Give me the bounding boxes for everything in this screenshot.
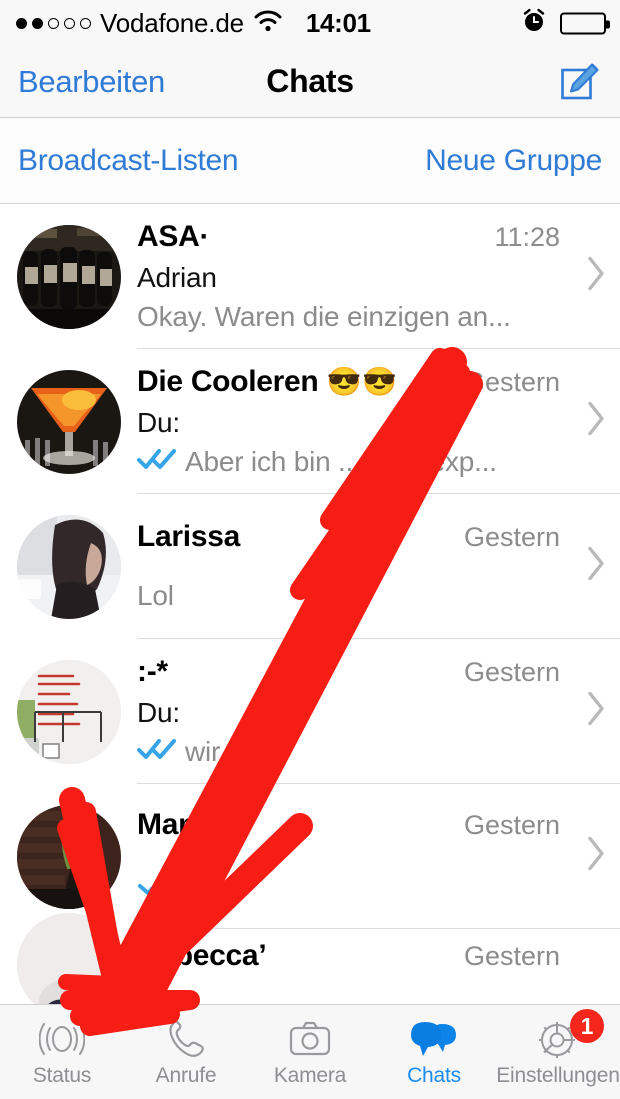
avatar [17, 370, 121, 474]
sunglasses-emoji: 😎😎 [326, 365, 398, 398]
chat-sender: Adrian [137, 262, 604, 294]
chat-preview-text: Aber ich bin ... grey exp... [185, 446, 497, 478]
wifi-icon [253, 10, 283, 37]
chat-preview: Lol [137, 580, 604, 612]
chat-name: Rebecca [137, 939, 258, 973]
chat-name-suffix: ’ [258, 939, 266, 973]
avatar-container [0, 639, 137, 784]
chat-row-body: Die Cooleren 😎😎 Gestern Du: Aber ich bin… [137, 349, 620, 494]
chat-list-item[interactable]: Mama Gestern ma [0, 784, 620, 929]
chat-timestamp: Gestern [464, 522, 604, 553]
whatsapp-chats-screen: Vodafone.de 14:01 [0, 0, 620, 1099]
battery-icon [560, 12, 606, 34]
chat-row-header: :-* Gestern [137, 655, 604, 689]
chat-row-header: Larissa Gestern [137, 520, 604, 554]
chat-list-item[interactable]: ASA · 11:28 Adrian Okay. Waren die einzi… [0, 204, 620, 349]
avatar-container [0, 929, 137, 991]
avatar-container [0, 349, 137, 494]
chat-preview-text: wir [185, 736, 220, 768]
avatar-container [0, 784, 137, 929]
chat-list-item[interactable]: Rebecca ’ Gestern [0, 929, 620, 991]
chat-sender: Du: [137, 407, 604, 439]
settings-badge: 1 [570, 1009, 604, 1043]
status-rings-icon [39, 1016, 85, 1062]
tab-bar: Status Anrufe Kamera [0, 1004, 620, 1099]
camera-icon [287, 1016, 333, 1062]
chat-name: :-* [137, 655, 168, 689]
chevron-right-icon [586, 400, 608, 443]
chat-list-item[interactable]: Larissa Gestern Lol [0, 494, 620, 639]
avatar [17, 660, 121, 764]
chat-preview-text: Lol [137, 580, 174, 612]
chat-list: ASA · 11:28 Adrian Okay. Waren die einzi… [0, 204, 620, 991]
avatar-container [0, 494, 137, 639]
chat-row-body: ASA · 11:28 Adrian Okay. Waren die einzi… [137, 204, 620, 349]
chat-bubbles-icon [410, 1016, 458, 1062]
broadcast-lists-button[interactable]: Broadcast-Listen [18, 144, 238, 178]
avatar [17, 515, 121, 619]
carrier-name: Vodafone.de [100, 8, 244, 39]
status-bar-left: Vodafone.de 14:01 [16, 8, 371, 39]
avatar-container [0, 204, 137, 349]
chat-preview: wir [137, 736, 604, 768]
ios-status-bar: Vodafone.de 14:01 [0, 0, 620, 46]
chat-name: Larissa [137, 520, 240, 554]
chat-row-body: Mama Gestern ma [137, 784, 620, 929]
chat-preview: ma [137, 872, 604, 904]
tab-calls[interactable]: Anrufe [124, 1005, 248, 1099]
chat-name-suffix: · [199, 220, 209, 254]
avatar [17, 913, 121, 1017]
chat-preview-text: ma [175, 872, 214, 904]
chat-row-body: Rebecca ’ Gestern [137, 929, 620, 991]
chat-timestamp: Gestern [464, 810, 604, 841]
tab-label: Chats [407, 1064, 461, 1088]
chat-row-header: Mama Gestern [137, 808, 604, 842]
edit-button[interactable]: Bearbeiten [18, 64, 165, 100]
tab-label: Status [33, 1064, 91, 1088]
chat-list-item[interactable]: :-* Gestern Du: wir [0, 639, 620, 784]
chevron-right-icon [586, 690, 608, 733]
chat-preview: Aber ich bin ... grey exp... [137, 446, 604, 478]
chat-row-body: Larissa Gestern Lol [137, 494, 620, 639]
double-check-icon [137, 446, 177, 478]
chat-name: Die Cooleren [137, 365, 318, 399]
chat-name: Mama [137, 808, 221, 842]
tab-label: Kamera [274, 1064, 346, 1088]
chat-timestamp: Gestern [464, 941, 604, 972]
avatar [17, 225, 121, 329]
chat-sender: Du: [137, 697, 604, 729]
chevron-right-icon [586, 255, 608, 298]
compose-icon[interactable] [558, 60, 602, 104]
chat-row-header: ASA · 11:28 [137, 220, 604, 254]
tab-camera[interactable]: Kamera [248, 1005, 372, 1099]
chat-row-header: Rebecca ’ Gestern [137, 939, 604, 973]
chat-row-body: :-* Gestern Du: wir [137, 639, 620, 784]
list-actions-bar: Broadcast-Listen Neue Gruppe [0, 118, 620, 204]
phone-handset-icon [163, 1016, 209, 1062]
chat-timestamp: Gestern [464, 367, 604, 398]
chat-timestamp: 11:28 [494, 222, 604, 253]
chevron-right-icon [586, 835, 608, 878]
chat-list-item[interactable]: Die Cooleren 😎😎 Gestern Du: Aber ich bin… [0, 349, 620, 494]
chat-row-header: Die Cooleren 😎😎 Gestern [137, 365, 604, 399]
chevron-right-icon [586, 545, 608, 588]
tab-label: Einstellungen [496, 1064, 620, 1088]
tab-label: Anrufe [156, 1064, 217, 1088]
avatar [17, 805, 121, 909]
tab-settings[interactable]: 1 Einstellungen [496, 1005, 620, 1099]
signal-strength-icon [16, 18, 91, 29]
status-bar-right [521, 8, 606, 39]
tab-status[interactable]: Status [0, 1005, 124, 1099]
chat-name: ASA [137, 220, 199, 254]
chat-timestamp: Gestern [464, 657, 604, 688]
alarm-clock-icon [521, 8, 547, 39]
single-check-icon [137, 872, 167, 904]
chat-preview: Okay. Waren die einzigen an... [137, 301, 604, 333]
tab-chats[interactable]: Chats [372, 1005, 496, 1099]
chat-preview-text: Okay. Waren die einzigen an... [137, 301, 511, 333]
navigation-bar: Bearbeiten Chats [0, 46, 620, 118]
status-bar-time: 14:01 [306, 8, 371, 39]
double-check-icon [137, 736, 177, 768]
new-group-button[interactable]: Neue Gruppe [425, 144, 602, 178]
